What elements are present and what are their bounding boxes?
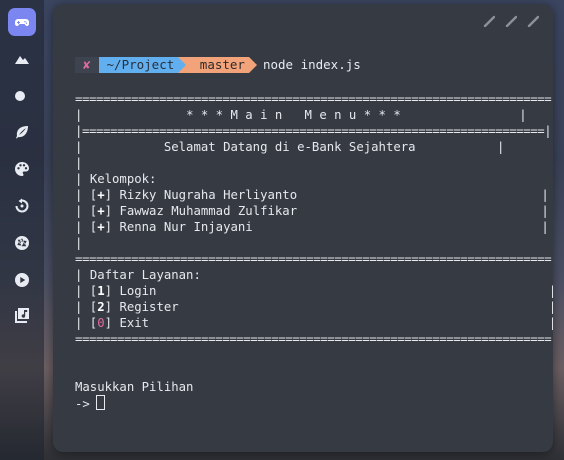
input-prompt: Masukkan Pilihan <box>75 380 194 394</box>
maximize-button[interactable] <box>505 12 518 28</box>
play-icon[interactable] <box>8 266 36 294</box>
list-item: | [+] Renna Nur Injayani | <box>75 220 549 234</box>
list-item: | [+] Fawwaz Muhammad Zulfikar | <box>75 204 549 218</box>
mountain-icon[interactable] <box>8 45 36 73</box>
list-item: | [+] Rizky Nugraha Herliyanto | <box>75 188 549 202</box>
blank-row: | | <box>75 236 553 250</box>
close-button[interactable] <box>527 12 540 28</box>
member-name: Renna Nur Injayani <box>119 220 253 234</box>
prompt-command: node index.js <box>262 57 361 72</box>
services-heading: Daftar Layanan: <box>89 268 201 282</box>
leaf-icon[interactable] <box>8 118 36 146</box>
menu-top-rule: ========================================… <box>75 92 552 106</box>
welcome-text: Selamat Datang di e-Bank Sejahtera <box>163 140 416 154</box>
prompt-branch: master <box>178 57 257 73</box>
member-name: Rizky Nugraha Herliyanto <box>119 188 298 202</box>
terminal-window: ✘ ~/Project master node index.js =======… <box>53 4 553 452</box>
group-heading: Kelompok: <box>89 172 157 186</box>
toggle-icon[interactable] <box>8 82 36 110</box>
history-icon[interactable] <box>8 192 36 220</box>
menu-option-login: | [1] Login | <box>75 284 553 298</box>
palette-icon[interactable] <box>8 155 36 183</box>
menu-option-exit: | [0] Exit | <box>75 316 553 330</box>
minimize-button[interactable] <box>483 12 496 28</box>
text-cursor[interactable] <box>95 395 105 410</box>
shell-prompt: ✘ ~/Project master node index.js <box>75 57 361 73</box>
menu-mid-rule: ========================================… <box>75 252 552 266</box>
branch-name: master <box>199 57 245 72</box>
group-heading-row: | Kelompok: | <box>75 172 553 186</box>
app-dock <box>0 0 44 460</box>
music-library-icon[interactable] <box>8 301 36 329</box>
menu-title: * * * M a i n M e n u * * * <box>186 108 401 122</box>
services-heading-row: | Daftar Layanan: | <box>75 268 553 282</box>
menu-title-rule: |=======================================… <box>75 124 552 138</box>
program-output: ========================================… <box>75 91 553 411</box>
menu-bottom-rule: ========================================… <box>75 332 552 346</box>
prompt-directory: ~/Project <box>98 57 186 73</box>
menu-title-row: | * * * M a i n M e n u * * * | <box>75 108 527 122</box>
aperture-icon[interactable] <box>8 229 36 257</box>
member-name: Fawwaz Muhammad Zulfikar <box>119 204 298 218</box>
menu-option-register: | [2] Register | <box>75 300 553 314</box>
welcome-row: | Selamat Datang di e-Bank Sejahtera | <box>75 140 505 154</box>
error-status-icon: ✘ <box>75 57 99 73</box>
input-line[interactable]: -> <box>75 395 553 411</box>
gamepad-icon[interactable] <box>8 8 36 36</box>
window-controls <box>483 12 540 28</box>
blank-row: | | <box>75 156 553 170</box>
input-arrow: -> <box>75 397 90 411</box>
